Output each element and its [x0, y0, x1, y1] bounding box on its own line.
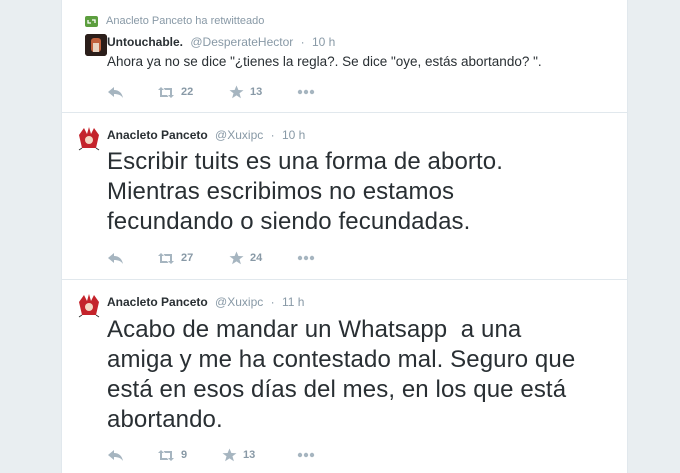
tweet-text-line: amiga y me ha contestado mal. Seguro que [107, 346, 576, 373]
reply-button[interactable] [107, 447, 124, 463]
star-icon [229, 85, 244, 99]
retweet-button[interactable]: 9 [157, 447, 187, 463]
retweet-button[interactable]: 27 [157, 250, 193, 266]
more-button[interactable] [297, 447, 315, 463]
favorite-button[interactable]: 13 [222, 447, 255, 463]
author-username[interactable]: @Xuxipc [215, 295, 263, 309]
more-button[interactable] [297, 84, 315, 100]
separator: · [270, 295, 275, 309]
retweet-icon [158, 86, 174, 98]
retweet-context[interactable]: Anacleto Panceto ha retwitteado [85, 14, 264, 28]
favorite-count: 13 [250, 86, 263, 98]
tweet-text-line: está en esos días del mes, en los que es… [107, 376, 567, 403]
more-button[interactable] [297, 250, 315, 266]
reply-icon [108, 252, 123, 264]
more-icon [297, 89, 315, 95]
favorite-button[interactable]: 24 [229, 250, 262, 266]
reply-icon [108, 449, 123, 461]
star-icon [229, 251, 244, 265]
tweet-text: Ahora ya no se dice "¿tienes la regla?. … [107, 54, 542, 69]
author-username[interactable]: @DesperateHector [190, 35, 293, 49]
author-fullname[interactable]: Anacleto Panceto [107, 295, 208, 309]
tweet-text-line: Escribir tuits es una forma de aborto. [107, 148, 503, 175]
separator: · [300, 35, 305, 49]
more-icon [297, 452, 315, 458]
reply-icon [108, 86, 123, 98]
retweet-button[interactable]: 22 [157, 84, 193, 100]
tweet-header: Anacleto Panceto @Xuxipc · 11 h [107, 294, 304, 310]
retweet-count: 22 [181, 86, 194, 98]
retweet-icon [158, 252, 174, 264]
tweet-timestamp[interactable]: 11 h [282, 295, 304, 309]
tweet-timestamp[interactable]: 10 h [282, 128, 305, 142]
reply-button[interactable] [107, 250, 124, 266]
separator: · [270, 128, 275, 142]
retweet-context-label: Anacleto Panceto ha retwitteado [106, 15, 265, 27]
more-icon [297, 255, 315, 261]
tweet-retweeted[interactable]: Anacleto Panceto ha retwitteado Untoucha… [62, 0, 627, 112]
retweet-count: 9 [181, 449, 188, 461]
favorite-count: 13 [243, 449, 256, 461]
tweet-header: Anacleto Panceto @Xuxipc · 10 h [107, 127, 305, 143]
tweet-timestamp[interactable]: 10 h [312, 35, 335, 49]
tweet[interactable]: Anacleto Panceto @Xuxipc · 10 h Escribir… [62, 113, 627, 279]
tweet-text-line: abortando. [107, 406, 223, 433]
author-fullname[interactable]: Untouchable. [107, 35, 183, 49]
tweet-text: Acabo de mandar un Whatsapp a una amiga … [107, 315, 607, 435]
tweet-text-line: fecundando o siendo fecundadas. [107, 208, 471, 235]
retweet-badge-icon [85, 15, 98, 27]
favorite-button[interactable]: 13 [229, 84, 262, 100]
star-icon [222, 448, 237, 462]
favorite-count: 24 [250, 252, 263, 264]
avatar[interactable] [76, 292, 102, 318]
avatar[interactable] [85, 34, 107, 56]
tweet[interactable]: Anacleto Panceto @Xuxipc · 11 h Acabo de… [62, 280, 627, 473]
author-username[interactable]: @Xuxipc [215, 128, 263, 142]
retweet-count: 27 [181, 252, 194, 264]
tweet-text-line: Mientras escribimos no estamos [107, 178, 455, 205]
reply-button[interactable] [107, 84, 124, 100]
retweet-icon [158, 449, 174, 461]
author-fullname[interactable]: Anacleto Panceto [107, 128, 208, 142]
tweet-text-line: Acabo de mandar un Whatsapp a una [107, 316, 522, 343]
timeline: Anacleto Panceto ha retwitteado Untoucha… [61, 0, 628, 473]
avatar[interactable] [76, 125, 102, 151]
tweet-header: Untouchable. @DesperateHector · 10 h [107, 34, 335, 50]
tweet-text: Escribir tuits es una forma de aborto. M… [107, 147, 607, 237]
